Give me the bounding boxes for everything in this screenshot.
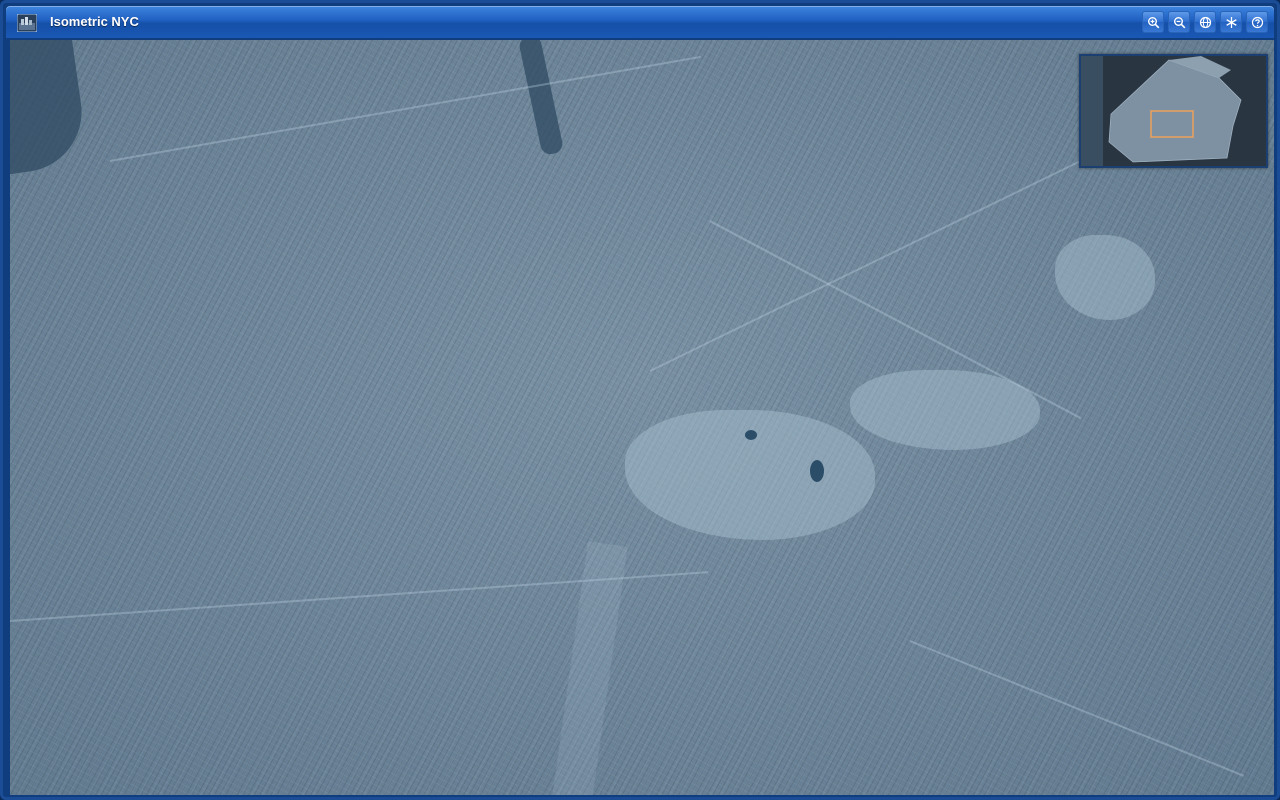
zoom-out-icon <box>1173 16 1185 28</box>
app-icon <box>17 14 37 32</box>
lake <box>810 460 824 482</box>
help-button[interactable] <box>1246 11 1268 33</box>
toolbar <box>1142 11 1268 33</box>
zoom-in-icon <box>1147 16 1159 28</box>
minimap-canvas <box>1081 56 1266 166</box>
zoom-out-button[interactable] <box>1168 11 1190 33</box>
title-bar[interactable]: Isometric NYC <box>6 6 1274 38</box>
window-title: Isometric NYC <box>50 14 139 29</box>
avenue <box>909 640 1245 777</box>
minimap[interactable] <box>1079 54 1268 168</box>
snowflake-icon <box>1225 16 1237 28</box>
avenue <box>109 55 702 162</box>
water-area <box>10 40 90 176</box>
globe-icon <box>1199 16 1211 28</box>
globe-button[interactable] <box>1194 11 1216 33</box>
app-window: Isometric NYC <box>0 0 1280 800</box>
creek <box>517 40 565 156</box>
park-area-north <box>1055 235 1155 320</box>
snowflake-button[interactable] <box>1220 11 1242 33</box>
pond <box>745 430 757 440</box>
zoom-in-button[interactable] <box>1142 11 1164 33</box>
help-icon <box>1251 16 1263 28</box>
